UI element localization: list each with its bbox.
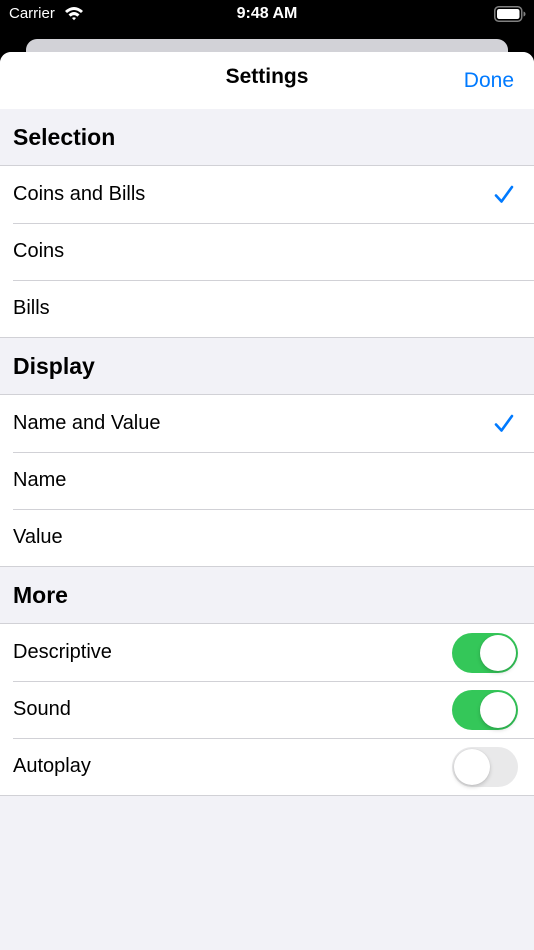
setting-label: Descriptive <box>13 641 112 663</box>
more-group: Descriptive Sound Autoplay <box>0 624 534 796</box>
setting-label: Sound <box>13 698 71 720</box>
navigation-bar: Settings Done <box>0 52 534 109</box>
page-title: Settings <box>225 65 309 88</box>
option-value[interactable]: Value <box>0 509 534 566</box>
section-header-selection: Selection <box>0 109 534 166</box>
option-coins-and-bills[interactable]: Coins and Bills <box>0 166 534 223</box>
status-bar: Carrier 9:48 AM <box>0 0 534 30</box>
setting-label: Autoplay <box>13 755 91 777</box>
settings-sheet: Settings Done Selection Coins and Bills … <box>0 52 534 950</box>
option-label: Coins and Bills <box>13 183 146 205</box>
battery-icon <box>494 6 526 22</box>
section-header-display: Display <box>0 338 534 395</box>
toggle-knob <box>480 634 516 671</box>
section-header-more: More <box>0 567 534 624</box>
option-label: Name and Value <box>13 412 161 434</box>
option-coins[interactable]: Coins <box>0 223 534 280</box>
descriptive-toggle[interactable] <box>452 632 518 673</box>
option-label: Bills <box>13 297 50 319</box>
setting-autoplay: Autoplay <box>0 738 534 795</box>
setting-descriptive: Descriptive <box>0 624 534 681</box>
setting-sound: Sound <box>0 681 534 738</box>
display-group: Name and Value Name Value <box>0 395 534 567</box>
toggle-knob <box>480 691 516 728</box>
done-button[interactable]: Done <box>464 68 514 94</box>
selection-group: Coins and Bills Coins Bills <box>0 166 534 338</box>
toggle-knob <box>454 748 490 785</box>
option-name[interactable]: Name <box>0 452 534 509</box>
option-label: Value <box>13 526 63 548</box>
sound-toggle[interactable] <box>452 689 518 730</box>
option-bills[interactable]: Bills <box>0 280 534 337</box>
option-name-and-value[interactable]: Name and Value <box>0 395 534 452</box>
option-label: Name <box>13 469 67 491</box>
option-label: Coins <box>13 240 65 262</box>
checkmark-icon <box>494 414 514 432</box>
checkmark-icon <box>494 185 514 203</box>
autoplay-toggle[interactable] <box>452 746 518 787</box>
status-time: 9:48 AM <box>236 5 298 22</box>
